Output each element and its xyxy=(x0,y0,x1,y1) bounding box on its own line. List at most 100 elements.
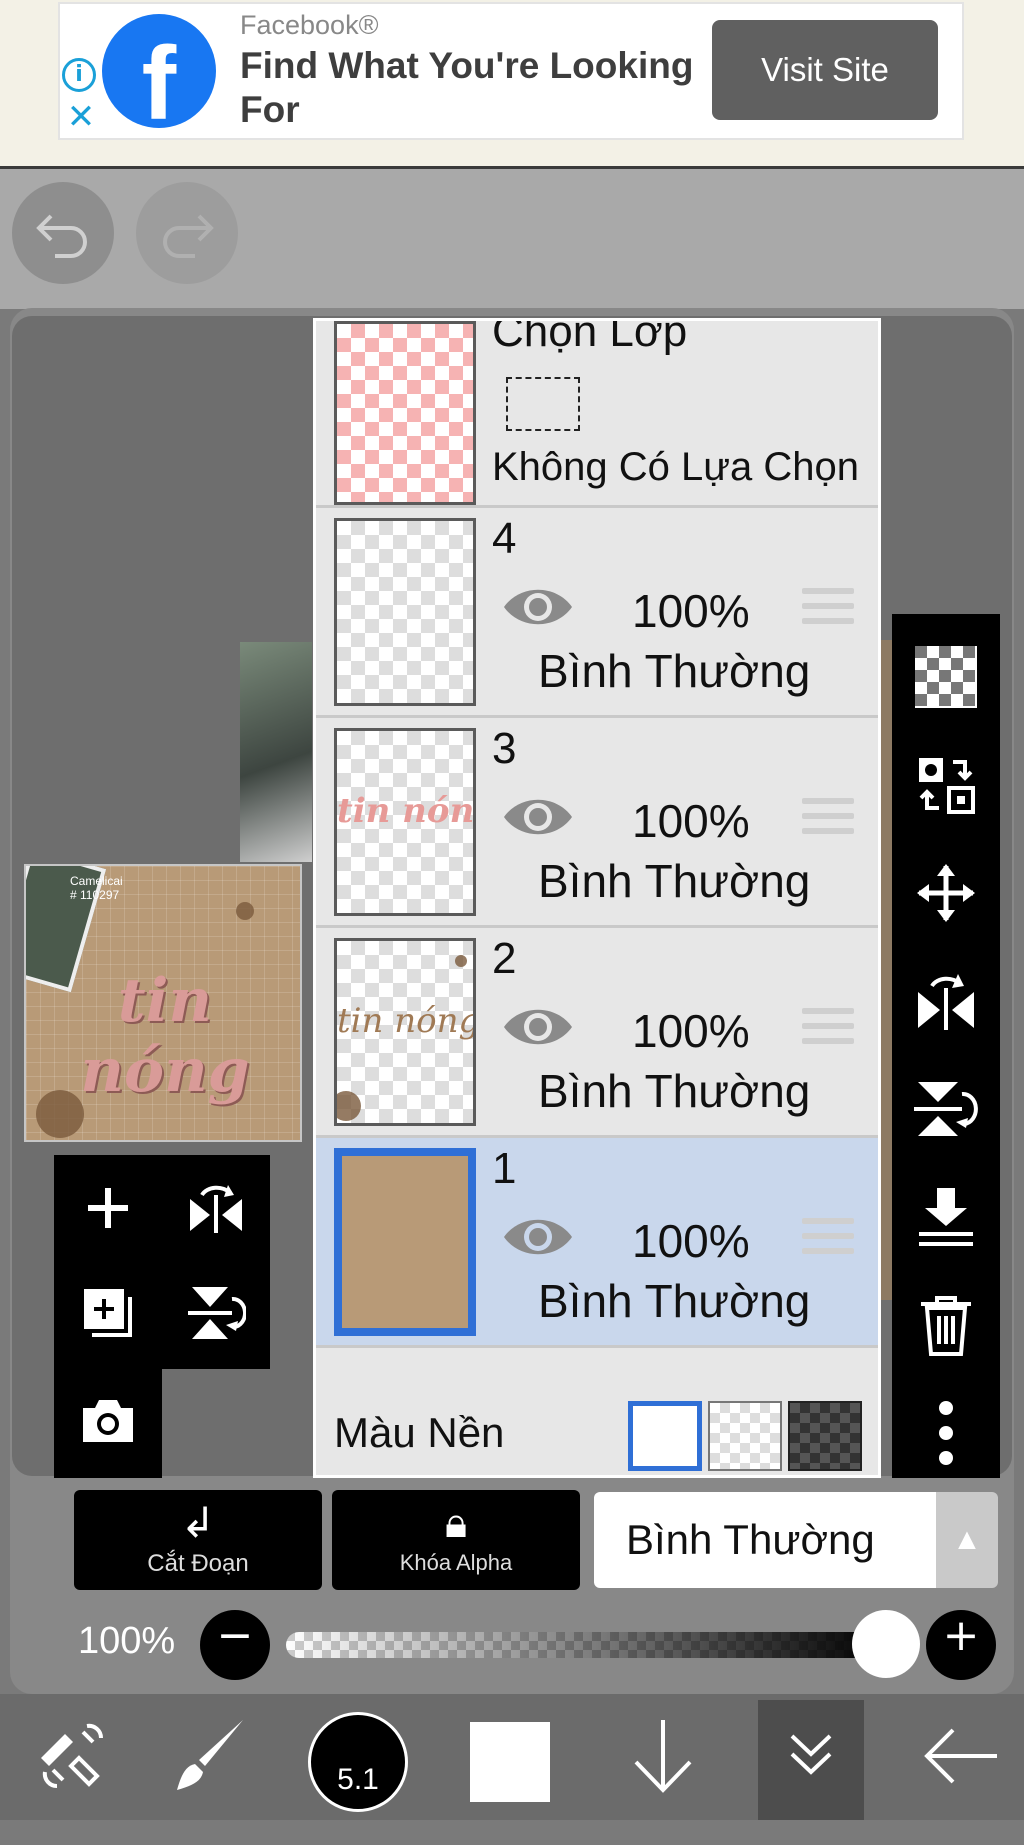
background-dark-swatch[interactable] xyxy=(788,1401,862,1471)
background-white-swatch[interactable] xyxy=(628,1401,702,1471)
eye-icon[interactable] xyxy=(502,1214,574,1260)
chevron-up-icon[interactable]: ▲ xyxy=(936,1492,998,1588)
down-arrow-button[interactable] xyxy=(588,1694,738,1820)
layer-row-selected[interactable]: 1 100% Bình Thường xyxy=(316,1138,878,1348)
opacity-value: 100% xyxy=(78,1620,176,1662)
redo-icon xyxy=(163,214,214,258)
drag-handle-icon[interactable] xyxy=(802,1008,854,1052)
layer-row[interactable]: tin nóng 3 100% Bình Thường xyxy=(316,718,878,928)
selection-thumbnail xyxy=(334,321,476,505)
layer-opacity[interactable]: 100% xyxy=(632,1004,750,1058)
layer-number: 3 xyxy=(492,724,517,773)
duplicate-layer-button[interactable] xyxy=(54,1261,162,1367)
trash-icon xyxy=(921,1296,971,1356)
undo-button[interactable] xyxy=(12,182,114,284)
layer-number: 2 xyxy=(492,934,517,983)
tools-icon xyxy=(41,1723,104,1789)
camera-tool xyxy=(54,1366,162,1478)
flip-horizontal-button[interactable] xyxy=(162,1155,270,1261)
layers-button[interactable] xyxy=(736,1694,886,1820)
background-transparent-swatch[interactable] xyxy=(708,1401,782,1471)
alpha-lock-label: Khóa Alpha xyxy=(399,1550,513,1575)
selection-layer-title: Chọn Lớp xyxy=(492,318,688,356)
eye-icon[interactable] xyxy=(502,584,574,630)
layer-row[interactable]: 4 100% Bình Thường xyxy=(316,508,878,718)
eye-icon[interactable] xyxy=(502,1004,574,1050)
layer-thumbnail: tin nóng xyxy=(334,728,476,916)
right-toolbar xyxy=(892,614,1000,1478)
blend-mode-select[interactable]: Bình Thường xyxy=(594,1492,936,1588)
selection-layer-row[interactable]: Chọn Lớp Không Có Lựa Chọn xyxy=(316,321,878,508)
increase-opacity-button[interactable]: + xyxy=(926,1610,996,1680)
redo-button[interactable] xyxy=(136,182,238,284)
add-layer-icon xyxy=(88,1188,128,1228)
alpha-lock-button[interactable]: 🔒︎ Khóa Alpha xyxy=(332,1490,580,1590)
facebook-logo-icon: f xyxy=(102,14,216,128)
layer-blend-mode[interactable]: Bình Thường xyxy=(538,1274,810,1328)
transform-button[interactable] xyxy=(892,732,1000,840)
opacity-slider[interactable] xyxy=(286,1632,886,1658)
mirror-button[interactable] xyxy=(892,948,1000,1056)
layer-blend-mode[interactable]: Bình Thường xyxy=(538,854,810,908)
decor-dot xyxy=(236,902,254,920)
layer-row[interactable]: tin nóng 2 100% Bình Thường xyxy=(316,928,878,1138)
preview-script-text: tin nóng xyxy=(80,966,250,1106)
background-color-row: Màu Nền xyxy=(316,1379,878,1475)
decor-dot xyxy=(337,1091,361,1121)
brush-size-indicator[interactable]: 5.1 xyxy=(308,1712,408,1812)
clip-arrow-icon: ↲ xyxy=(180,1498,216,1547)
background-color-label: Màu Nền xyxy=(334,1409,505,1456)
layer-thumb-text: tin nóng xyxy=(337,791,475,831)
mirror-icon xyxy=(918,974,974,1030)
layer-number: 1 xyxy=(492,1144,517,1193)
move-button[interactable] xyxy=(892,840,1000,948)
decrease-opacity-button[interactable]: − xyxy=(200,1610,270,1680)
eye-icon[interactable] xyxy=(502,794,574,840)
layer-opacity[interactable]: 100% xyxy=(632,794,750,848)
brush-button[interactable] xyxy=(136,1694,286,1820)
drag-handle-icon[interactable] xyxy=(802,798,854,842)
delete-layer-button[interactable] xyxy=(892,1272,1000,1380)
canvas-photo xyxy=(240,642,312,862)
selection-marquee-icon xyxy=(506,377,580,431)
info-icon[interactable]: i xyxy=(62,58,96,92)
add-layer-button[interactable] xyxy=(54,1155,162,1261)
move-icon xyxy=(917,864,975,922)
tools-toggle-button[interactable] xyxy=(0,1694,150,1820)
visit-site-button[interactable]: Visit Site xyxy=(712,20,938,120)
transparency-button[interactable] xyxy=(892,624,1000,732)
clipping-button[interactable]: ↲ Cắt Đoạn xyxy=(74,1490,322,1590)
layer-opacity[interactable]: 100% xyxy=(632,584,750,638)
layer-thumb-text: tin nóng xyxy=(337,1001,476,1041)
layer-blend-mode[interactable]: Bình Thường xyxy=(538,1064,810,1118)
camera-button[interactable] xyxy=(54,1366,162,1472)
flip-icon xyxy=(914,1082,978,1136)
color-swatch[interactable] xyxy=(470,1722,550,1802)
drag-handle-icon[interactable] xyxy=(802,588,854,632)
layer-thumbnail xyxy=(334,1148,476,1336)
transform-icon xyxy=(919,758,975,814)
ad-headline: Find What You're Looking For xyxy=(240,45,694,130)
layer-opacity[interactable]: 100% xyxy=(632,1214,750,1268)
opacity-slider-thumb[interactable] xyxy=(852,1610,920,1678)
back-icon xyxy=(924,1728,997,1784)
flip-vertical-icon xyxy=(188,1287,248,1339)
more-options-button[interactable] xyxy=(892,1380,1000,1488)
back-button[interactable] xyxy=(886,1694,1024,1820)
canvas-preview[interactable]: Camelicai # 110297 tin nóng xyxy=(24,864,302,1142)
layer-tools xyxy=(54,1155,270,1369)
lock-icon: 🔒︎ xyxy=(444,1498,468,1547)
layer-blend-mode[interactable]: Bình Thường xyxy=(538,644,810,698)
add-copy-icon xyxy=(84,1289,132,1337)
checker-icon xyxy=(915,646,977,708)
flip-button[interactable] xyxy=(892,1056,1000,1164)
layer-thumbnail: tin nóng xyxy=(334,938,476,1126)
flip-vertical-button[interactable] xyxy=(162,1261,270,1367)
merge-down-button[interactable] xyxy=(892,1164,1000,1272)
clipping-label: Cắt Đoạn xyxy=(147,1550,249,1577)
drag-handle-icon[interactable] xyxy=(802,1218,854,1262)
close-icon[interactable]: ✕ xyxy=(64,100,98,134)
ad-brand: Facebook® xyxy=(240,10,379,40)
layer-thumbnail xyxy=(334,518,476,706)
flip-horizontal-icon xyxy=(190,1185,242,1233)
